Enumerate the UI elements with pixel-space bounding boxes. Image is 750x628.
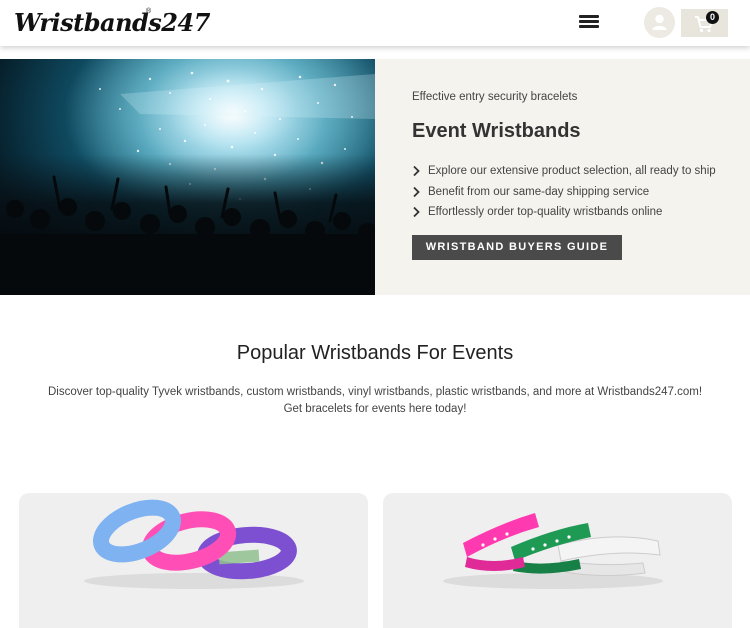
hero-bullet-text: Explore our extensive product selection,… xyxy=(428,165,716,177)
site-header: Wristbands247 ® 0 xyxy=(0,0,750,46)
wristband-buyers-guide-button[interactable]: WRISTBAND BUYERS GUIDE xyxy=(412,235,622,260)
logo-registered-mark: ® xyxy=(146,8,152,15)
hero-bullet-text: Effortlessly order top-quality wristband… xyxy=(428,206,663,218)
site-logo[interactable]: Wristbands247 ® xyxy=(14,6,210,40)
popular-description-line: Get bracelets for events here today! xyxy=(283,402,467,415)
hero-bullet-item: Benefit from our same-day shipping servi… xyxy=(412,184,716,205)
popular-description-line: Discover top-quality Tyvek wristbands, c… xyxy=(47,386,703,398)
plastic-wristbands-image xyxy=(443,513,663,589)
cart-button[interactable]: 0 xyxy=(681,9,728,37)
chevron-right-icon xyxy=(413,186,420,197)
product-card-tyvek[interactable] xyxy=(19,493,368,628)
hero-text-panel: Effective entry security bracelets Event… xyxy=(375,59,750,295)
logo-text: Wristbands247 xyxy=(14,8,210,37)
hero-title: Event Wristbands xyxy=(412,120,581,142)
chevron-right-icon xyxy=(413,165,420,177)
cart-count-badge: 0 xyxy=(706,11,719,24)
menu-bar-bottom xyxy=(579,25,599,28)
menu-bar-middle xyxy=(579,20,599,23)
popular-section-description: Discover top-quality Tyvek wristbands, c… xyxy=(40,384,710,417)
hero-concert-image xyxy=(0,59,375,295)
product-card-plastic[interactable] xyxy=(383,493,732,628)
shopping-cart-icon xyxy=(695,16,713,33)
menu-bar-top xyxy=(579,15,599,18)
user-icon xyxy=(652,14,667,30)
chevron-right-icon xyxy=(413,206,420,218)
popular-section-title: Popular Wristbands For Events xyxy=(236,342,514,364)
hero-bullet-text: Benefit from our same-day shipping servi… xyxy=(428,185,650,198)
hero-bullet-item: Explore our extensive product selection,… xyxy=(412,163,716,184)
concert-crowd-illustration xyxy=(0,59,375,295)
hero-bullet-item: Effortlessly order top-quality wristband… xyxy=(412,204,716,225)
account-button[interactable] xyxy=(644,7,675,38)
hamburger-menu-icon[interactable] xyxy=(577,13,601,33)
tyvek-wristbands-image xyxy=(84,499,304,589)
hero-bullet-list: Explore our extensive product selection,… xyxy=(412,163,716,225)
hero-kicker: Effective entry security bracelets xyxy=(412,91,578,103)
hero-section: Effective entry security bracelets Event… xyxy=(0,59,750,295)
